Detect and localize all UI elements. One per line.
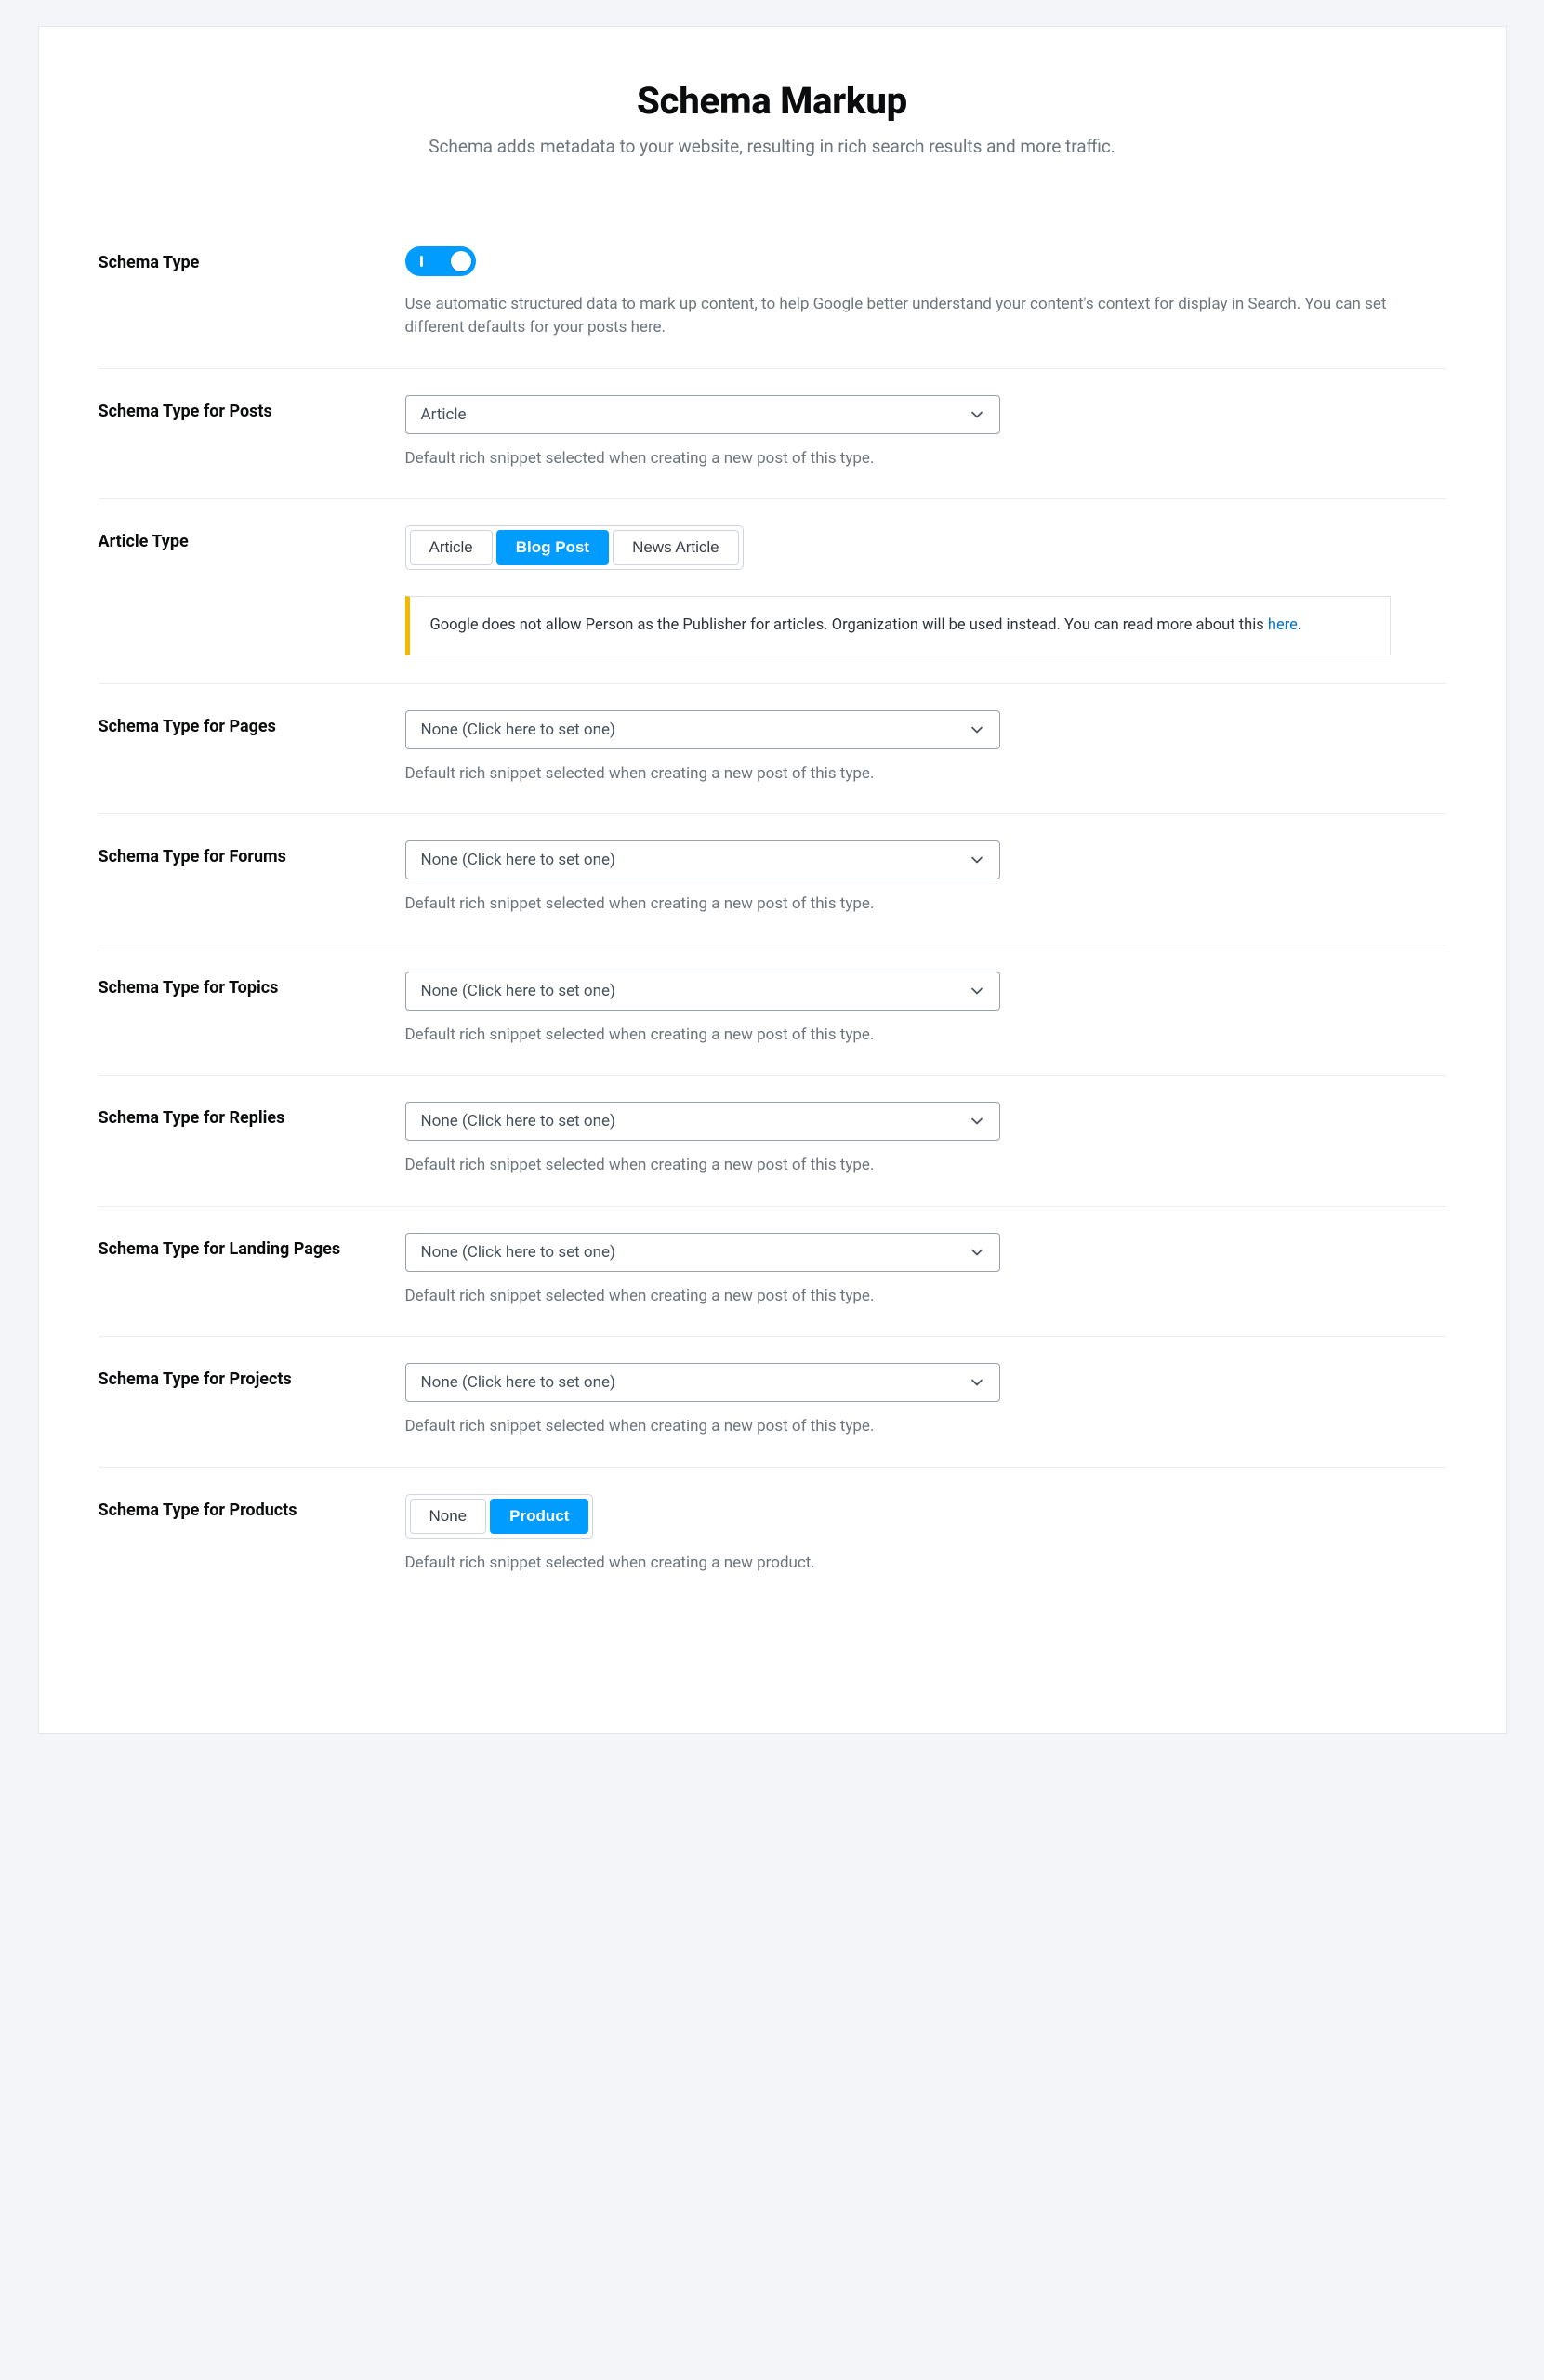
row-schema-topics: Schema Type for Topics None (Click here … (99, 945, 1446, 1077)
select-value: Article (421, 405, 467, 424)
label-schema-replies: Schema Type for Replies (99, 1107, 405, 1129)
select-value: None (Click here to set one) (421, 721, 615, 739)
article-type-article[interactable]: Article (410, 530, 493, 565)
row-article-type: Article Type Article Blog Post News Arti… (99, 499, 1446, 684)
article-type-news-article[interactable]: News Article (613, 530, 739, 565)
help-schema-posts: Default rich snippet selected when creat… (405, 447, 1446, 471)
chevron-down-icon (968, 1373, 986, 1392)
row-schema-landing: Schema Type for Landing Pages None (Clic… (99, 1207, 1446, 1338)
products-option-none[interactable]: None (410, 1499, 487, 1534)
select-schema-replies[interactable]: None (Click here to set one) (405, 1102, 1000, 1141)
select-schema-posts[interactable]: Article (405, 395, 1000, 434)
help-schema-pages: Default rich snippet selected when creat… (405, 762, 1446, 787)
select-schema-landing[interactable]: None (Click here to set one) (405, 1233, 1000, 1272)
select-schema-projects[interactable]: None (Click here to set one) (405, 1363, 1000, 1402)
row-schema-projects: Schema Type for Projects None (Click her… (99, 1337, 1446, 1468)
select-value: None (Click here to set one) (421, 851, 615, 869)
notice-link-here[interactable]: here (1268, 616, 1298, 634)
chevron-down-icon (968, 851, 986, 869)
help-schema-type: Use automatic structured data to mark up… (405, 293, 1446, 340)
select-value: None (Click here to set one) (421, 1243, 615, 1262)
help-schema-products: Default rich snippet selected when creat… (405, 1552, 1446, 1576)
label-schema-topics: Schema Type for Topics (99, 977, 405, 998)
help-schema-landing: Default rich snippet selected when creat… (405, 1285, 1446, 1309)
row-schema-replies: Schema Type for Replies None (Click here… (99, 1076, 1446, 1207)
label-schema-type: Schema Type (99, 252, 405, 273)
label-article-type: Article Type (99, 531, 405, 552)
schema-type-toggle[interactable] (405, 246, 476, 276)
help-schema-replies: Default rich snippet selected when creat… (405, 1154, 1446, 1178)
row-schema-pages: Schema Type for Pages None (Click here t… (99, 684, 1446, 815)
toggle-knob (451, 251, 471, 271)
notice-text-before: Google does not allow Person as the Publ… (430, 616, 1268, 634)
select-value: None (Click here to set one) (421, 1112, 615, 1130)
chevron-down-icon (968, 1243, 986, 1262)
help-schema-projects: Default rich snippet selected when creat… (405, 1415, 1446, 1439)
page-title: Schema Markup (354, 79, 1191, 123)
select-value: None (Click here to set one) (421, 1373, 615, 1392)
label-schema-forums: Schema Type for Forums (99, 846, 405, 867)
select-value: None (Click here to set one) (421, 982, 615, 1000)
row-schema-forums: Schema Type for Forums None (Click here … (99, 814, 1446, 945)
help-schema-forums: Default rich snippet selected when creat… (405, 892, 1446, 917)
row-schema-type: Schema Type Use automatic structured dat… (99, 220, 1446, 369)
select-schema-forums[interactable]: None (Click here to set one) (405, 840, 1000, 879)
label-schema-posts: Schema Type for Posts (99, 401, 405, 422)
settings-panel: Schema Markup Schema adds metadata to yo… (38, 26, 1507, 1734)
chevron-down-icon (968, 1112, 986, 1130)
article-type-blog-post[interactable]: Blog Post (496, 530, 609, 565)
article-type-notice: Google does not allow Person as the Publ… (405, 596, 1391, 655)
select-schema-pages[interactable]: None (Click here to set one) (405, 710, 1000, 749)
label-schema-products: Schema Type for Products (99, 1500, 405, 1521)
label-schema-pages: Schema Type for Pages (99, 716, 405, 737)
notice-text-after: . (1298, 616, 1301, 634)
chevron-down-icon (968, 405, 986, 424)
help-schema-topics: Default rich snippet selected when creat… (405, 1024, 1446, 1048)
page-subtitle: Schema adds metadata to your website, re… (354, 134, 1191, 161)
products-group: None Product (405, 1494, 594, 1539)
products-option-product[interactable]: Product (490, 1499, 588, 1534)
row-schema-products: Schema Type for Products None Product De… (99, 1468, 1446, 1604)
page-header: Schema Markup Schema adds metadata to yo… (354, 79, 1191, 161)
select-schema-topics[interactable]: None (Click here to set one) (405, 972, 1000, 1011)
article-type-group: Article Blog Post News Article (405, 525, 744, 570)
chevron-down-icon (968, 721, 986, 739)
toggle-on-indicator (420, 256, 423, 267)
row-schema-posts: Schema Type for Posts Article Default ri… (99, 369, 1446, 500)
label-schema-landing: Schema Type for Landing Pages (99, 1238, 405, 1260)
chevron-down-icon (968, 982, 986, 1000)
label-schema-projects: Schema Type for Projects (99, 1368, 405, 1390)
